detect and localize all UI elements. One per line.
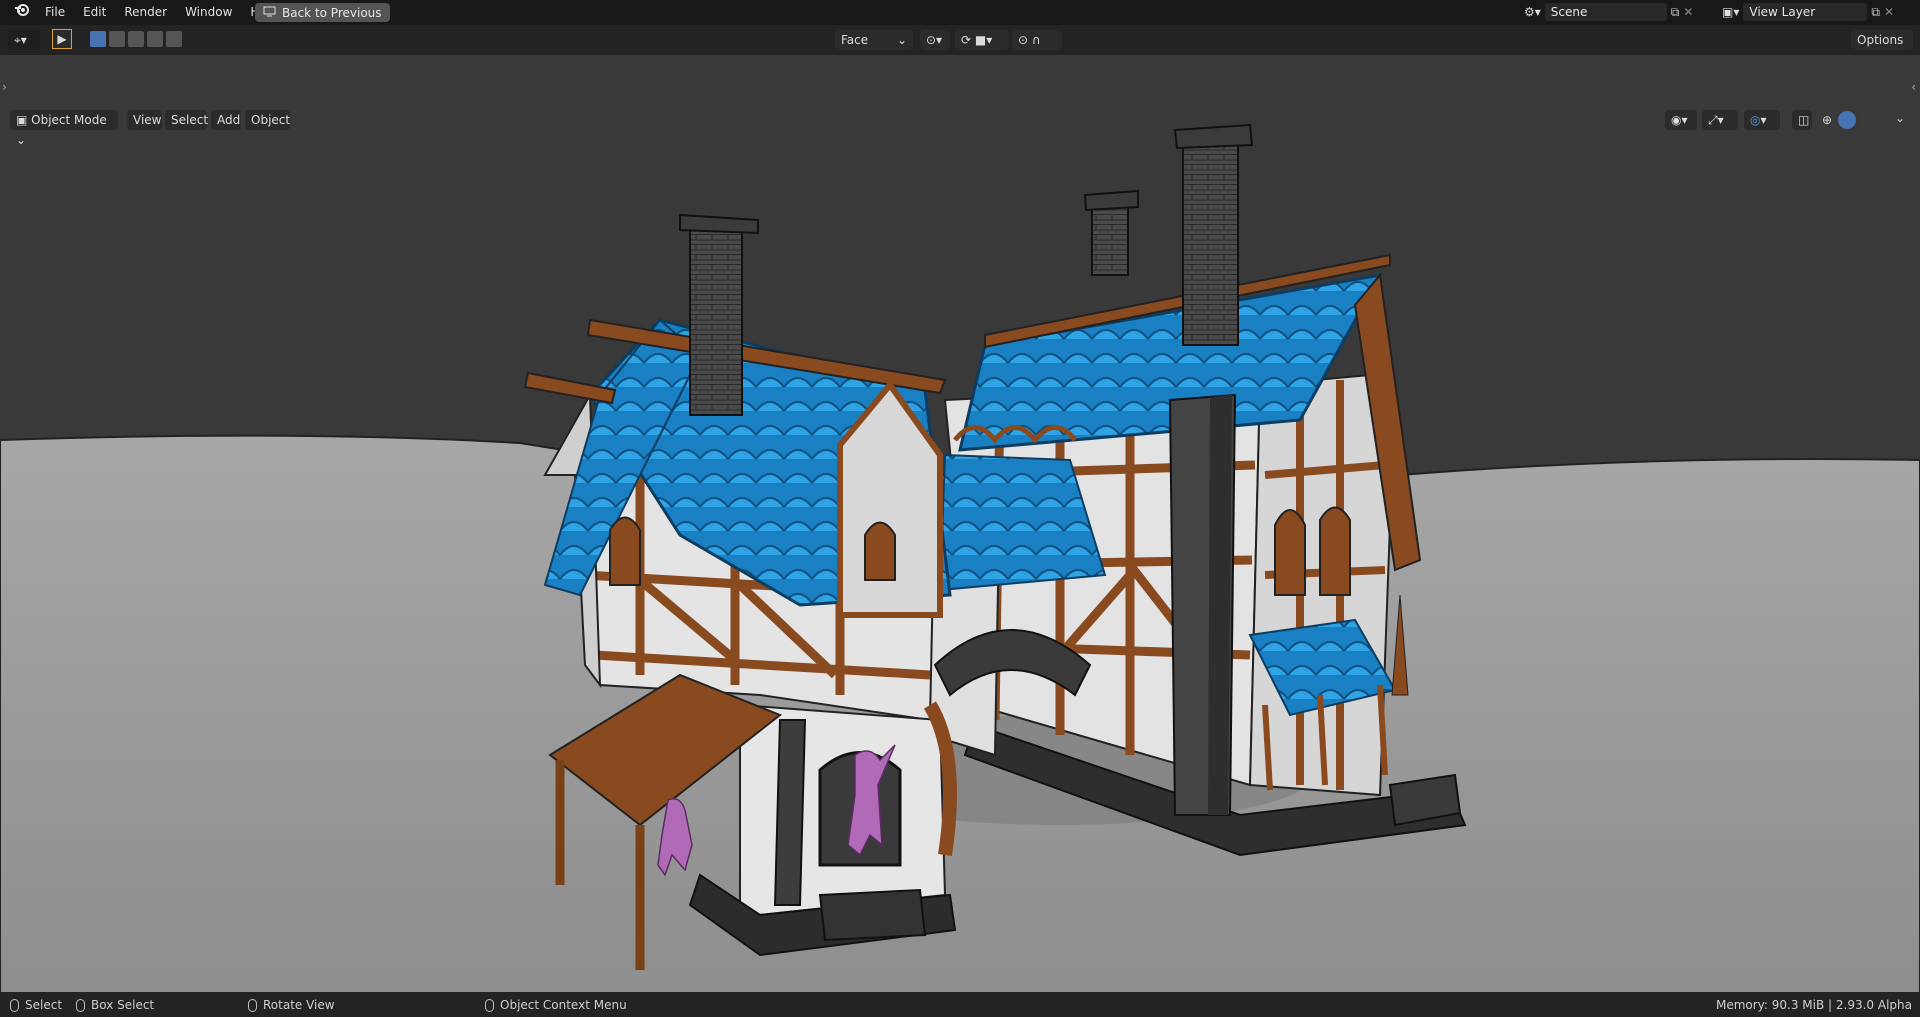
menu-window[interactable]: Window (176, 0, 241, 25)
status-memory: Memory: 90.3 MiB | 2.93.0 Alpha (1716, 993, 1912, 1017)
chimney-right-2 (1091, 204, 1129, 276)
shading-options-chevron-icon[interactable]: ⌄ (1895, 111, 1905, 125)
sidebar-expand-icon[interactable]: ‹ (1911, 80, 1916, 94)
mouse-middle-icon (248, 998, 257, 1012)
selection-set-icon[interactable] (90, 31, 106, 47)
menu-select[interactable]: Select (165, 110, 208, 130)
mode-label: Object Mode (31, 113, 107, 127)
overlays-button[interactable]: ◎▾ (1744, 110, 1780, 130)
mode-dropdown[interactable]: ▣ Object Mode ⌄ (10, 110, 118, 147)
delete-view-layer-icon[interactable]: ✕ (1884, 5, 1894, 19)
new-view-layer-icon[interactable]: ⧉ (1871, 5, 1880, 20)
status-select-label: Select (25, 998, 63, 1012)
wireframe-shading-icon[interactable]: ⊕ (1818, 111, 1836, 129)
right-window-1 (1274, 509, 1306, 596)
overlays-icon: ◎ (1750, 113, 1761, 127)
rendered-shading-icon[interactable] (1878, 111, 1896, 129)
scene-field[interactable]: Scene (1544, 3, 1667, 21)
toolbar-expand-icon[interactable]: › (2, 80, 7, 94)
screen-icon (263, 6, 276, 20)
menu-edit[interactable]: Edit (74, 0, 115, 25)
view-layer-icon[interactable]: ▣▾ (1722, 5, 1739, 19)
select-mode-dropdown[interactable]: Face ⌄ (835, 30, 913, 50)
status-rotate-view-label: Rotate View (263, 998, 335, 1012)
chimney-left (689, 224, 743, 416)
front-steps (818, 888, 927, 942)
status-select: Select (10, 993, 62, 1017)
selection-mode-group (90, 31, 182, 47)
proportional-edit-icon: ⊙ ∩ (1018, 33, 1041, 47)
scene-icon[interactable]: ⚙▾ (1524, 5, 1541, 19)
editor-type-icon: ⌖▾ (14, 33, 27, 47)
main-menu: File Edit Render Window Help (8, 0, 287, 25)
back-to-previous-button[interactable]: Back to Previous (255, 3, 390, 22)
left-roof-beam-2 (523, 371, 617, 405)
pivot-point-button[interactable]: ⊙▾ (920, 30, 950, 50)
scene-selector: ⚙▾ Scene ⧉ ✕ (1524, 3, 1693, 21)
scene-render (0, 123, 1920, 993)
visibility-button[interactable]: ◉▾ (1665, 110, 1697, 130)
new-scene-icon[interactable]: ⧉ (1671, 5, 1680, 20)
eye-icon: ◉▾ (1671, 113, 1688, 127)
3d-viewport[interactable]: ▣ Object Mode ⌄ View Select Add Object ◉… (0, 55, 1920, 993)
options-label: Options (1857, 33, 1904, 47)
mouse-left-icon (10, 998, 19, 1012)
material-shading-icon[interactable] (1858, 111, 1876, 129)
solid-shading-icon[interactable] (1838, 111, 1856, 129)
selection-intersect-icon[interactable] (166, 31, 182, 47)
left-window-1 (609, 516, 641, 586)
xray-toggle[interactable]: ◫ (1792, 110, 1812, 130)
chimney-right-1 (1182, 144, 1239, 346)
chevron-down-icon: ⌄ (896, 33, 907, 47)
selection-extend-icon[interactable] (109, 31, 125, 47)
menu-file[interactable]: File (36, 0, 74, 25)
status-box-select-label: Box Select (91, 998, 155, 1012)
right-window-2 (1319, 506, 1351, 596)
shading-mode-group: ⊕ (1818, 111, 1896, 129)
delete-scene-icon[interactable]: ✕ (1683, 5, 1693, 19)
editor-type-button[interactable]: ⌖▾ (8, 30, 40, 50)
menu-object[interactable]: Object (245, 110, 290, 130)
menu-render[interactable]: Render (115, 0, 176, 25)
active-tool-icon[interactable]: ▶ (52, 29, 72, 49)
proportional-edit-button[interactable]: ⊙ ∩ (1012, 30, 1062, 50)
view-layer-field[interactable]: View Layer (1743, 3, 1868, 21)
status-context-menu: Object Context Menu (485, 993, 627, 1017)
status-box-select: Box Select (76, 993, 154, 1017)
snap-icon: ⟳ ■▾ (961, 33, 993, 47)
snapping-button[interactable]: ⟳ ■▾ (955, 30, 1009, 50)
menu-view[interactable]: View (127, 110, 162, 130)
selection-invert-icon[interactable] (147, 31, 163, 47)
selection-subtract-icon[interactable] (128, 31, 144, 47)
dormer-window (864, 521, 896, 581)
back-to-previous-label: Back to Previous (282, 5, 382, 20)
status-memory-label: Memory: 90.3 MiB | 2.93.0 Alpha (1715, 998, 1912, 1012)
mouse-drag-icon (76, 998, 85, 1012)
status-context-menu-label: Object Context Menu (500, 998, 627, 1012)
viewport-header: ▣ Object Mode ⌄ View Select Add Object ◉… (0, 110, 1920, 147)
gizmo-icon: ⤢▾ (1708, 113, 1724, 127)
object-mode-icon: ▣ (16, 113, 32, 127)
view-layer-selector: ▣▾ View Layer ⧉ ✕ (1722, 3, 1894, 21)
select-mode-value: Face (841, 33, 869, 47)
stone-pillar-left (773, 719, 807, 906)
tool-settings-bar: ⌖▾ ▶ Face ⌄ ⊙▾ ⟳ ■▾ ⊙ ∩ Options ⌄ (0, 25, 1920, 67)
chevron-down-icon: ⌄ (16, 133, 27, 147)
menu-add[interactable]: Add (211, 110, 241, 130)
status-bar: Select Box Select Rotate View Object Con… (0, 993, 1920, 1017)
scene-name: Scene (1550, 5, 1588, 19)
options-dropdown[interactable]: Options ⌄ (1851, 30, 1913, 67)
pivot-icon: ⊙▾ (926, 33, 943, 47)
view-layer-name: View Layer (1749, 5, 1816, 19)
top-bar: File Edit Render Window Help Back to Pre… (0, 0, 1920, 25)
blender-logo-icon[interactable] (8, 0, 36, 25)
gizmo-button[interactable]: ⤢▾ (1702, 110, 1738, 130)
mouse-right-icon (485, 998, 494, 1012)
xray-icon: ◫ (1798, 113, 1810, 127)
status-rotate-view: Rotate View (248, 993, 335, 1017)
